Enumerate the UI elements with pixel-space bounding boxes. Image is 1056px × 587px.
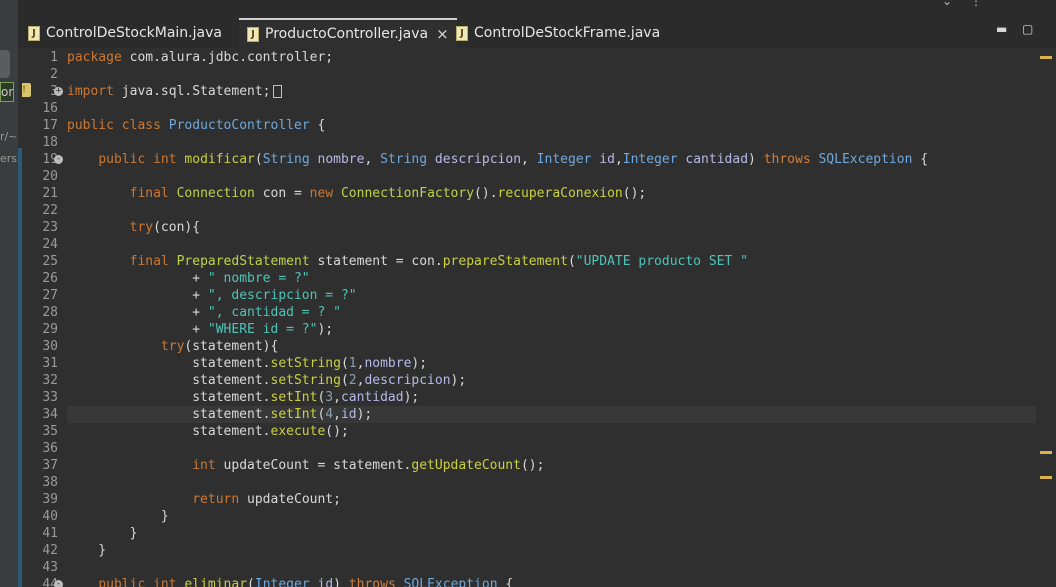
code-line[interactable]: public int modificar(String nombre, Stri… xyxy=(67,151,1036,168)
java-file-icon: J xyxy=(456,25,468,41)
line-number: 25 xyxy=(42,254,58,269)
overview-ruler[interactable] xyxy=(1036,48,1056,587)
code-line[interactable]: + "WHERE id = ?"); xyxy=(67,321,1036,338)
line-number: 24 xyxy=(42,237,58,252)
line-number: 41 xyxy=(42,526,58,541)
line-number: 35 xyxy=(42,424,58,439)
line-number: 34 xyxy=(42,407,58,422)
explorer-item-fragment[interactable]: or xyxy=(0,82,14,102)
line-number: 43 xyxy=(42,560,58,575)
tab-controldestockmain[interactable]: J ControlDeStockMain.java xyxy=(20,18,230,48)
line-number: 18 xyxy=(42,135,58,150)
code-line[interactable] xyxy=(67,236,1036,253)
line-number: 40 xyxy=(42,509,58,524)
code-line[interactable]: public int eliminar(Integer id) throws S… xyxy=(67,576,1036,587)
ruler-warning-marker[interactable] xyxy=(1040,56,1052,59)
explorer-button-fragment[interactable] xyxy=(0,50,10,78)
tab-bar-top: ⌄ ⋮ xyxy=(18,0,1056,16)
code-line[interactable]: public class ProductoController { xyxy=(67,117,1036,134)
code-line[interactable]: statement.execute(); xyxy=(67,423,1036,440)
code-line[interactable]: statement.setString(2,descripcion); xyxy=(67,372,1036,389)
explorer-label-fragment: ers xyxy=(0,152,18,165)
code-line[interactable]: import java.sql.Statement; xyxy=(67,83,1036,100)
code-line[interactable]: int updateCount = statement.getUpdateCou… xyxy=(67,457,1036,474)
tab-label: ProductoController.java xyxy=(265,26,429,42)
editor-tab-bar: ⌄ ⋮ J ControlDeStockMain.java J Producto… xyxy=(18,0,1056,48)
code-line[interactable]: final PreparedStatement statement = con.… xyxy=(67,253,1036,270)
tab-productocontroller[interactable]: J ProductoController.java × xyxy=(239,18,457,48)
line-number-gutter: 123+16171819-202122232425262728293031323… xyxy=(22,48,63,587)
ruler-warning-marker[interactable] xyxy=(1040,476,1052,479)
line-number: 28 xyxy=(42,305,58,320)
code-line[interactable]: try(statement){ xyxy=(67,338,1036,355)
line-number: 23 xyxy=(42,220,58,235)
java-file-icon: J xyxy=(247,26,259,42)
code-line[interactable] xyxy=(67,440,1036,457)
code-line[interactable]: + ", cantidad = ? " xyxy=(67,304,1036,321)
line-number: 21 xyxy=(42,186,58,201)
line-number: 36 xyxy=(42,441,58,456)
minimize-icon[interactable]: ▬ xyxy=(996,22,1007,36)
code-line[interactable]: final Connection con = new ConnectionFac… xyxy=(67,185,1036,202)
ruler-warning-marker[interactable] xyxy=(1040,451,1052,454)
fold-collapse-icon[interactable]: - xyxy=(54,580,63,587)
line-number: 42 xyxy=(42,543,58,558)
fold-expand-icon[interactable]: + xyxy=(54,87,63,96)
line-number: 20 xyxy=(42,169,58,184)
fold-collapse-icon[interactable]: - xyxy=(54,155,63,164)
maximize-icon[interactable]: ▢ xyxy=(1022,22,1033,36)
code-line[interactable] xyxy=(67,134,1036,151)
java-file-icon: J xyxy=(28,25,40,41)
code-line[interactable] xyxy=(67,559,1036,576)
line-number: 37 xyxy=(42,458,58,473)
code-line[interactable] xyxy=(67,168,1036,185)
code-line[interactable]: } xyxy=(67,525,1036,542)
line-number: 27 xyxy=(42,288,58,303)
line-number: 26 xyxy=(42,271,58,286)
view-toolbar-icon[interactable]: ⋮ xyxy=(970,0,982,8)
line-number: 32 xyxy=(42,373,58,388)
line-number: 33 xyxy=(42,390,58,405)
code-line[interactable]: + ", descripcion = ?" xyxy=(67,287,1036,304)
line-number: 31 xyxy=(42,356,58,371)
explorer-path-fragment: r/~/ xyxy=(0,130,18,143)
line-number: 17 xyxy=(42,118,58,133)
view-menu-arrow-icon[interactable]: ⌄ xyxy=(942,0,952,8)
code-editor[interactable]: 123+16171819-202122232425262728293031323… xyxy=(22,48,1036,587)
tab-controldestockframe[interactable]: J ControlDeStockFrame.java xyxy=(448,18,668,48)
code-line[interactable]: statement.setString(1,nombre); xyxy=(67,355,1036,372)
code-line[interactable] xyxy=(67,202,1036,219)
close-icon[interactable]: × xyxy=(436,25,449,43)
warning-icon[interactable]: ! xyxy=(22,83,31,97)
code-line[interactable]: statement.setInt(4,id); xyxy=(67,406,1036,423)
line-number: 30 xyxy=(42,339,58,354)
code-area[interactable]: package com.alura.jdbc.controller; import… xyxy=(67,48,1036,587)
line-number: 16 xyxy=(42,101,58,116)
code-line[interactable]: + " nombre = ?" xyxy=(67,270,1036,287)
code-line[interactable]: try(con){ xyxy=(67,219,1036,236)
line-number: 39 xyxy=(42,492,58,507)
line-number: 22 xyxy=(42,203,58,218)
line-number: 38 xyxy=(42,475,58,490)
code-line[interactable] xyxy=(67,66,1036,83)
code-line[interactable] xyxy=(67,100,1036,117)
code-line[interactable]: } xyxy=(67,508,1036,525)
package-explorer-edge: or r/~/ ers xyxy=(0,0,18,587)
code-line[interactable]: package com.alura.jdbc.controller; xyxy=(67,49,1036,66)
code-line[interactable]: } xyxy=(67,542,1036,559)
code-line[interactable] xyxy=(67,474,1036,491)
line-number: 1 xyxy=(50,50,58,65)
code-line[interactable]: return updateCount; xyxy=(67,491,1036,508)
tab-label: ControlDeStockFrame.java xyxy=(474,25,661,41)
line-number: 2 xyxy=(50,67,58,82)
tab-label: ControlDeStockMain.java xyxy=(46,25,222,41)
line-number: 29 xyxy=(42,322,58,337)
code-line[interactable]: statement.setInt(3,cantidad); xyxy=(67,389,1036,406)
